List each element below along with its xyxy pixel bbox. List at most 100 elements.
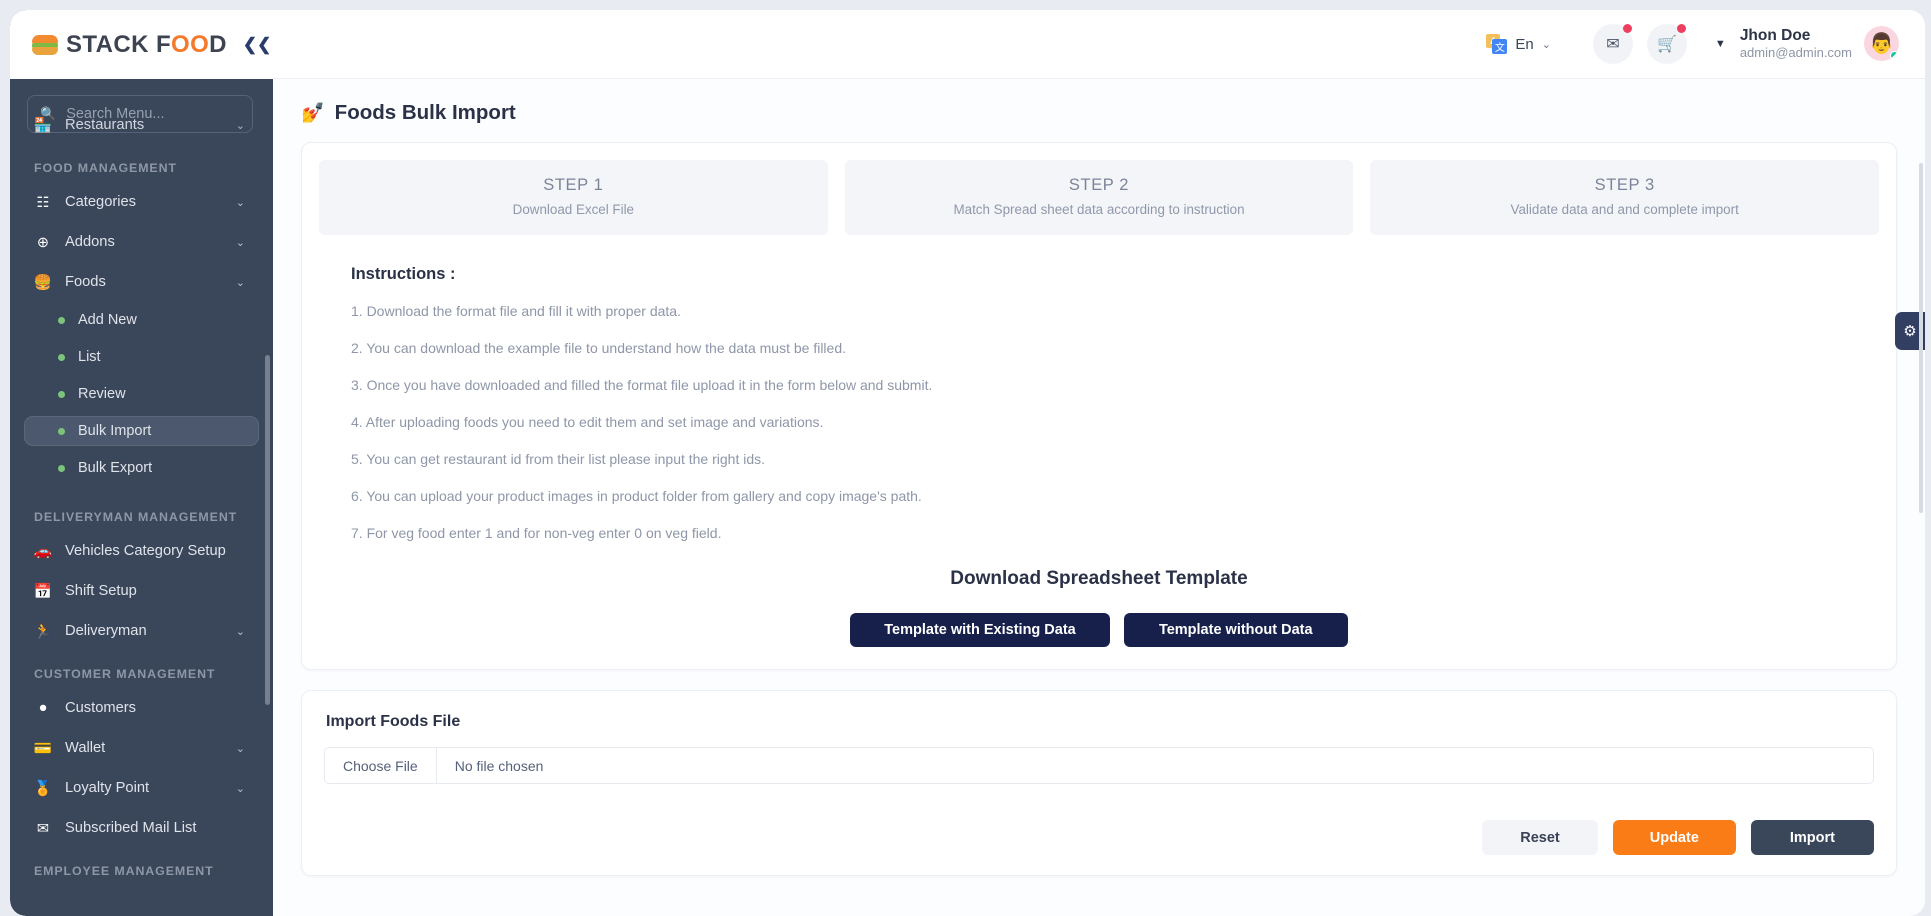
bullet-icon [58, 427, 65, 435]
chevron-down-icon: ▼ [1714, 37, 1726, 50]
page-title: 💅 Foods Bulk Import [301, 101, 1897, 125]
step-2-heading: STEP 2 [1068, 176, 1130, 194]
page-title-text: Foods Bulk Import [334, 101, 516, 124]
instruction-item: 7. For veg food enter 1 and for non-veg … [351, 525, 722, 541]
sidebar-nav: 🏪 Restaurants ⌄ FOOD MANAGEMENT ☷ Catego… [10, 115, 273, 899]
sidebar-item-restaurants[interactable]: 🏪 Restaurants ⌄ [24, 115, 259, 141]
user-pin-icon: ● [38, 700, 48, 716]
chevron-down-icon: ⌄ [235, 625, 245, 638]
store-icon: 🏪 [33, 118, 53, 134]
chevron-down-icon: ⌄ [235, 782, 245, 795]
instruction-item: 2. You can download the example file to … [351, 340, 847, 356]
sidebar: STACK FOOD ❮❮ 🔍 Search Menu... 🏪 Restaur… [10, 10, 273, 916]
sidebar-item-subscribed-mail-list[interactable]: ✉ Subscribed Mail List [24, 812, 259, 844]
import-button[interactable]: Import [1750, 820, 1874, 855]
sidebar-scrollbar[interactable] [265, 355, 270, 705]
file-input-row[interactable]: Choose File No file chosen [324, 747, 1874, 784]
sidebar-subitem-bulk-export[interactable]: Bulk Export [24, 453, 259, 483]
bullet-icon [58, 316, 65, 324]
file-name-label: No file chosen [454, 757, 544, 774]
step-1-heading: STEP 1 [543, 176, 604, 194]
instruction-item: 1. Download the format file and fill it … [351, 303, 681, 319]
user-email: admin@admin.com [1739, 45, 1852, 61]
sidebar-item-vehicles-category-setup[interactable]: 🚗 Vehicles Category Setup [24, 535, 259, 567]
mail-icon: ✉ [1606, 36, 1620, 53]
burger-logo-icon [32, 34, 58, 56]
sidebar-item-label: Loyalty Point [65, 780, 150, 796]
plus-circle-icon: ⊕ [36, 234, 50, 251]
cart-button[interactable]: 🛒 [1646, 24, 1687, 64]
sidebar-item-addons[interactable]: ⊕ Addons ⌄ [24, 226, 259, 258]
language-selector[interactable]: A文 En ⌄ [1486, 33, 1551, 55]
calendar-icon: 📅 [33, 584, 53, 600]
import-foods-card: Import Foods File Choose File No file ch… [301, 690, 1897, 876]
sidebar-scroll-area[interactable]: 🏪 Restaurants ⌄ FOOD MANAGEMENT ☷ Catego… [10, 115, 273, 916]
instruction-item: 4. After uploading foods you need to edi… [351, 414, 824, 430]
brand-name: STACK FOOD [66, 31, 227, 59]
sidebar-item-foods[interactable]: 🍔 Foods ⌄ [24, 266, 259, 298]
chevron-down-icon: ⌄ [235, 119, 245, 132]
mail-button[interactable]: ✉ [1592, 24, 1633, 64]
template-with-existing-data-button[interactable]: Template with Existing Data [850, 613, 1110, 647]
download-buttons-row: Template with Existing Data Template wit… [319, 613, 1879, 647]
reset-button[interactable]: Reset [1482, 820, 1598, 855]
sidebar-item-label: Vehicles Category Setup [65, 543, 226, 559]
avatar[interactable]: 👨 [1864, 26, 1899, 62]
sidebar-item-label: Shift Setup [65, 583, 137, 599]
chevron-up-icon: ⌄ [235, 276, 245, 289]
sidebar-item-shift-setup[interactable]: 📅 Shift Setup [24, 575, 259, 607]
sidebar-subitem-label: Bulk Import [78, 423, 152, 439]
instructions-list: 1. Download the format file and fill it … [351, 303, 1879, 541]
sidebar-item-loyalty-point[interactable]: 🏅 Loyalty Point ⌄ [24, 772, 259, 804]
sidebar-subitem-review[interactable]: Review [24, 379, 259, 409]
import-section-title: Import Foods File [326, 713, 461, 730]
sidebar-item-label: Wallet [65, 740, 106, 756]
instruction-item: 3. Once you have downloaded and filled t… [351, 377, 933, 393]
sidebar-subitem-add-new[interactable]: Add New [24, 305, 259, 335]
sidebar-item-deliveryman[interactable]: 🏃 Deliveryman ⌄ [24, 615, 259, 647]
bulk-import-card: STEP 1 Download Excel File STEP 2 Match … [301, 142, 1897, 670]
step-2-subtitle: Match Spread sheet data according to ins… [953, 202, 1245, 217]
bullet-icon [58, 464, 65, 472]
sidebar-item-categories[interactable]: ☷ Categories ⌄ [24, 186, 259, 218]
user-menu[interactable]: ▼ Jhon Doe admin@admin.com 👨 [1715, 26, 1899, 62]
runner-icon: 🏃 [33, 624, 53, 640]
sidebar-item-label: Customers [65, 700, 137, 716]
template-without-data-button[interactable]: Template without Data [1123, 613, 1348, 647]
step-1-subtitle: Download Excel File [512, 202, 634, 217]
sidebar-item-label: Deliveryman [65, 623, 147, 639]
sidebar-subitem-label: Review [78, 386, 126, 402]
cart-badge [1676, 24, 1686, 33]
cart-icon: 🛒 [1656, 36, 1677, 53]
online-status-dot [1890, 51, 1899, 61]
sidebar-section-employee-management: EMPLOYEE MANAGEMENT [34, 864, 214, 878]
instruction-item: 6. You can upload your product images in… [351, 488, 922, 504]
user-meta: Jhon Doe admin@admin.com [1740, 26, 1852, 62]
app-shell: STACK FOOD ❮❮ 🔍 Search Menu... 🏪 Restaur… [10, 10, 1925, 916]
sidebar-collapse-button[interactable]: ❮❮ [243, 35, 272, 55]
wallet-icon: 💳 [33, 741, 53, 757]
sidebar-section-food-management: FOOD MANAGEMENT [34, 161, 177, 175]
sidebar-item-label: Categories [65, 194, 137, 210]
choose-file-button[interactable]: Choose File [325, 748, 437, 783]
mail-badge [1622, 24, 1632, 33]
sidebar-subitem-list[interactable]: List [24, 342, 259, 372]
sidebar-subitem-label: Bulk Export [78, 460, 153, 476]
car-icon: 🚗 [33, 544, 53, 560]
page-scrollbar[interactable] [1919, 163, 1923, 513]
sidebar-logo-area: STACK FOOD ❮❮ [10, 10, 273, 79]
sitemap-icon: ☷ [36, 194, 50, 211]
update-button[interactable]: Update [1612, 820, 1736, 855]
chevron-down-icon: ⌄ [235, 236, 245, 249]
sidebar-subitem-label: Add New [78, 312, 137, 328]
instructions-title: Instructions : [351, 265, 456, 283]
sidebar-item-wallet[interactable]: 💳 Wallet ⌄ [24, 732, 259, 764]
medal-icon: 🏅 [33, 781, 53, 797]
translate-icon: A文 [1486, 33, 1508, 55]
language-label: En [1515, 35, 1534, 53]
sidebar-subitem-bulk-import[interactable]: Bulk Import [24, 416, 259, 446]
gear-icon: ⚙ [1903, 323, 1917, 340]
action-buttons-row: Reset Update Import [324, 820, 1874, 855]
user-name: Jhon Doe [1739, 26, 1811, 44]
sidebar-item-customers[interactable]: ● Customers [24, 692, 259, 724]
